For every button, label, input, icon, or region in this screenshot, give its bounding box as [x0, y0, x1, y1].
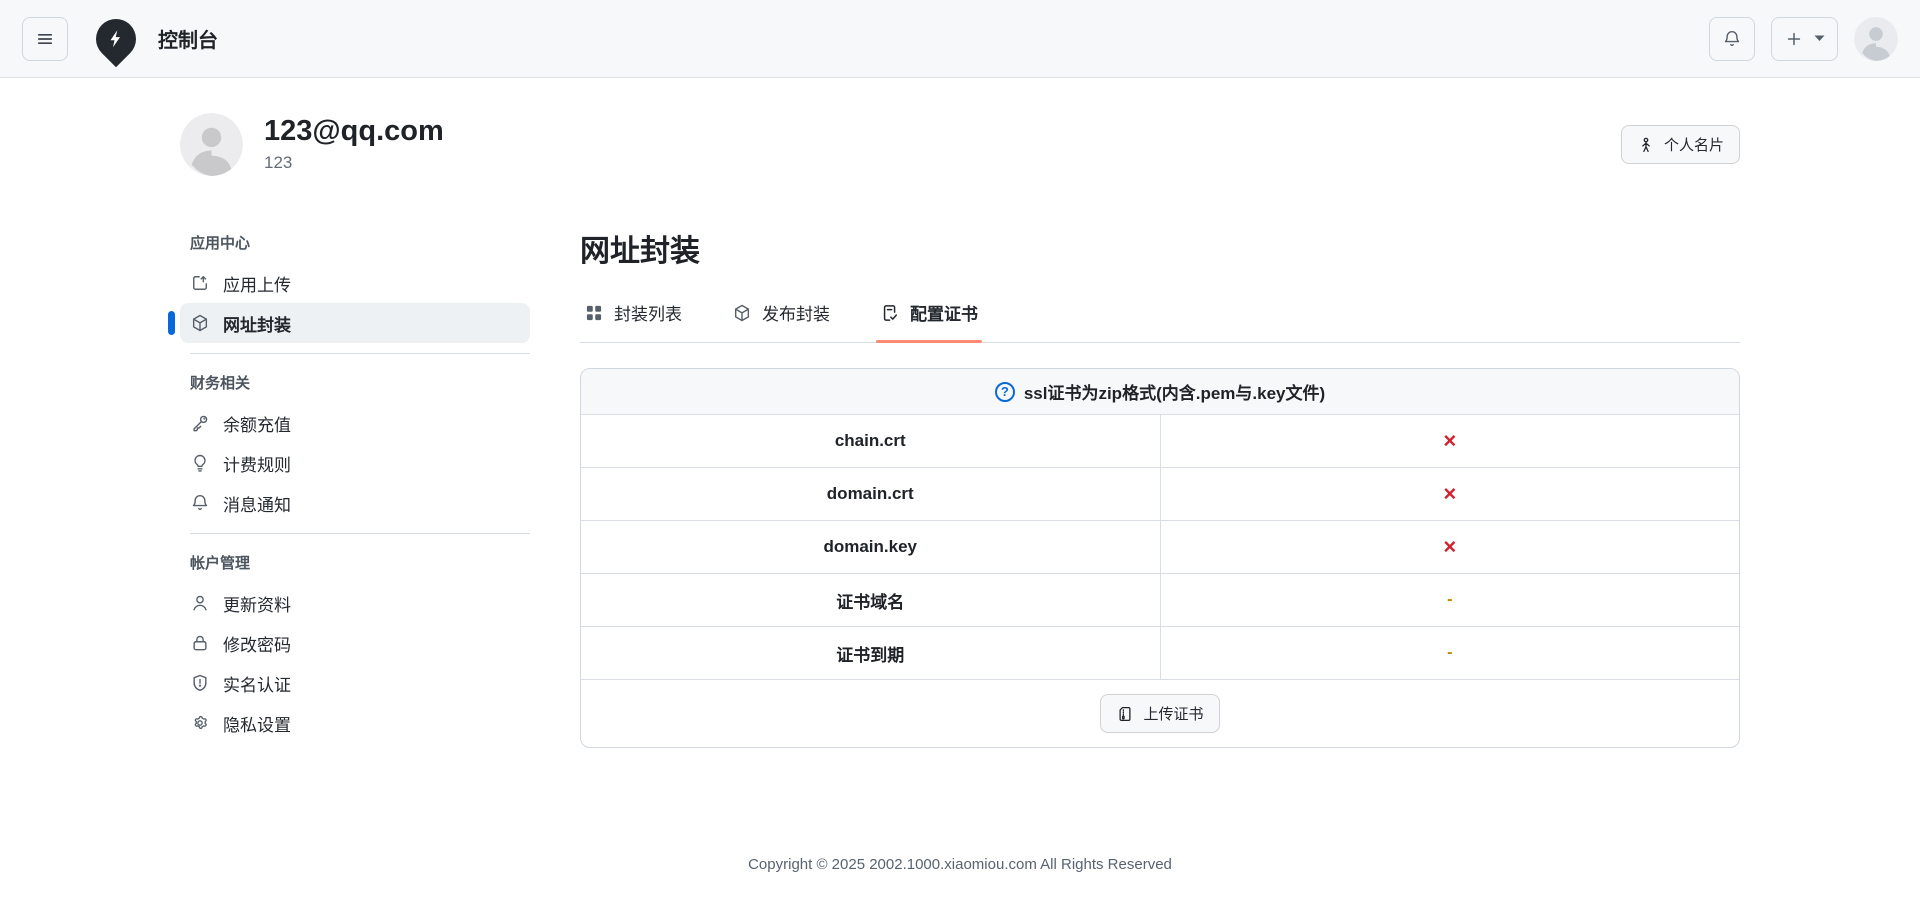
- certificate-table-footer: 上传证书: [581, 680, 1739, 747]
- tab-label: 发布封装: [762, 305, 830, 324]
- sidebar-item-url-packaging[interactable]: 网址封装: [168, 303, 530, 343]
- package-icon: [734, 304, 750, 321]
- profile-info: 123@qq.com 123: [264, 115, 444, 173]
- sidebar-item-label: 余额充值: [223, 415, 291, 435]
- sidebar-item-label: 实名认证: [223, 675, 291, 695]
- table-row: domain.crt ×: [581, 468, 1739, 521]
- sidebar-item-balance-recharge[interactable]: 余额充值: [180, 403, 530, 443]
- sidebar-item-billing-rules[interactable]: 计费规则: [180, 443, 530, 483]
- upload-icon: [193, 276, 207, 290]
- profile-avatar[interactable]: [180, 113, 243, 176]
- cert-file-name: domain.crt: [581, 468, 1161, 520]
- cert-file-name: domain.key: [581, 521, 1161, 573]
- copyright-footer: Copyright © 2025 2002.1000.xiaomiou.com …: [748, 856, 1172, 873]
- zip-file-icon: [1119, 706, 1131, 721]
- avatar-silhouette-icon: [1854, 16, 1898, 61]
- sidebar-item-label: 网址封装: [223, 315, 291, 335]
- sidebar-item-label: 计费规则: [223, 455, 291, 475]
- notifications-button[interactable]: [1709, 16, 1755, 61]
- sidebar-section-app-center: 应用中心: [190, 235, 251, 252]
- gear-icon: [194, 715, 207, 730]
- sidebar-item-label: 更新资料: [223, 595, 291, 615]
- sidebar-item-privacy-settings[interactable]: 隐私设置: [180, 703, 530, 743]
- tab-bar: 封装列表 发布封装 配置证书: [580, 290, 1740, 343]
- upload-certificate-button[interactable]: 上传证书: [1100, 694, 1220, 733]
- table-row: 证书域名 -: [581, 574, 1739, 627]
- shield-icon: [193, 674, 207, 692]
- hamburger-menu-button[interactable]: [22, 16, 68, 61]
- sidebar-section-finance: 财务相关: [190, 375, 251, 392]
- lock-icon: [193, 635, 207, 651]
- sidebar-section-account: 帐户管理: [190, 555, 251, 572]
- key-icon: [193, 415, 208, 432]
- stick-person-icon: [1642, 137, 1650, 152]
- missing-x-mark: ×: [1443, 428, 1457, 453]
- sidebar-item-change-password[interactable]: 修改密码: [180, 623, 530, 663]
- file-check-icon: [883, 304, 897, 321]
- main-content: 网址封装 封装列表 发布封装 配置证书 ssl: [580, 226, 1740, 748]
- personal-card-label: 个人名片: [1663, 137, 1724, 154]
- table-row: domain.key ×: [581, 521, 1739, 574]
- sidebar-item-identity-verification[interactable]: 实名认证: [180, 663, 530, 703]
- empty-dash: -: [1447, 644, 1453, 661]
- missing-x-mark: ×: [1443, 534, 1457, 559]
- profile-header: 123@qq.com 123 个人名片: [180, 113, 1740, 176]
- sidebar-item-label: 隐私设置: [223, 715, 291, 735]
- page-title: 网址封装: [580, 235, 700, 268]
- tab-publish-package[interactable]: 发布封装: [728, 290, 834, 342]
- sidebar-item-update-profile[interactable]: 更新资料: [180, 583, 530, 623]
- cert-file-status: ×: [1161, 521, 1740, 573]
- sidebar-item-label: 消息通知: [223, 495, 291, 515]
- app-logo[interactable]: [87, 10, 145, 67]
- bell-icon: [1724, 30, 1740, 46]
- avatar-silhouette-icon: [180, 113, 243, 176]
- sidebar-item-notifications[interactable]: 消息通知: [180, 483, 530, 523]
- plus-icon: [1787, 32, 1801, 45]
- sidebar-nav: 应用中心 应用上传 网址封装 财务相关 余额充值 计费规则 消息通知 帐户管理 …: [168, 226, 530, 743]
- create-new-dropdown-button[interactable]: [1771, 16, 1838, 61]
- caret-down-icon: [1814, 35, 1825, 41]
- sidebar-divider: [190, 353, 530, 354]
- question-circle-icon: [994, 381, 1015, 402]
- cert-field-value: -: [1161, 574, 1740, 626]
- lightbulb-icon: [194, 454, 206, 472]
- cert-file-status: ×: [1161, 468, 1740, 520]
- page-title-header: 控制台: [158, 30, 218, 52]
- app-header: 控制台: [0, 0, 1920, 78]
- tab-label: 配置证书: [910, 305, 978, 324]
- menu-icon: [37, 33, 53, 44]
- sidebar-item-label: 修改密码: [223, 635, 291, 655]
- certificate-table: ssl证书为zip格式(内含.pem与.key文件) chain.crt × d…: [580, 368, 1740, 748]
- tab-configure-certificate[interactable]: 配置证书: [876, 290, 982, 343]
- tab-package-list[interactable]: 封装列表: [580, 290, 686, 342]
- cert-field-name: 证书域名: [581, 574, 1161, 626]
- person-icon: [193, 595, 207, 611]
- upload-certificate-label: 上传证书: [1143, 706, 1204, 723]
- cert-field-value: -: [1161, 627, 1740, 679]
- user-avatar[interactable]: [1854, 16, 1898, 61]
- empty-dash: -: [1447, 591, 1453, 608]
- cert-field-name: 证书到期: [581, 627, 1161, 679]
- table-row: chain.crt ×: [581, 415, 1739, 468]
- lightning-bolt-icon: [110, 29, 121, 47]
- bell-icon: [192, 494, 208, 511]
- personal-card-button[interactable]: 个人名片: [1620, 125, 1740, 164]
- tab-label: 封装列表: [614, 305, 682, 324]
- sidebar-item-label: 应用上传: [223, 275, 291, 295]
- profile-email: 123@qq.com: [264, 115, 444, 148]
- package-icon: [192, 314, 208, 332]
- certificate-notice: ssl证书为zip格式(内含.pem与.key文件): [1023, 384, 1326, 403]
- cert-file-name: chain.crt: [581, 415, 1161, 467]
- missing-x-mark: ×: [1443, 481, 1457, 506]
- apps-grid-icon: [586, 305, 602, 320]
- sidebar-item-app-upload[interactable]: 应用上传: [180, 263, 530, 303]
- certificate-table-header: ssl证书为zip格式(内含.pem与.key文件): [581, 369, 1739, 415]
- profile-username: 123: [264, 152, 293, 172]
- sidebar-divider: [190, 533, 530, 534]
- table-row: 证书到期 -: [581, 627, 1739, 680]
- cert-file-status: ×: [1161, 415, 1740, 467]
